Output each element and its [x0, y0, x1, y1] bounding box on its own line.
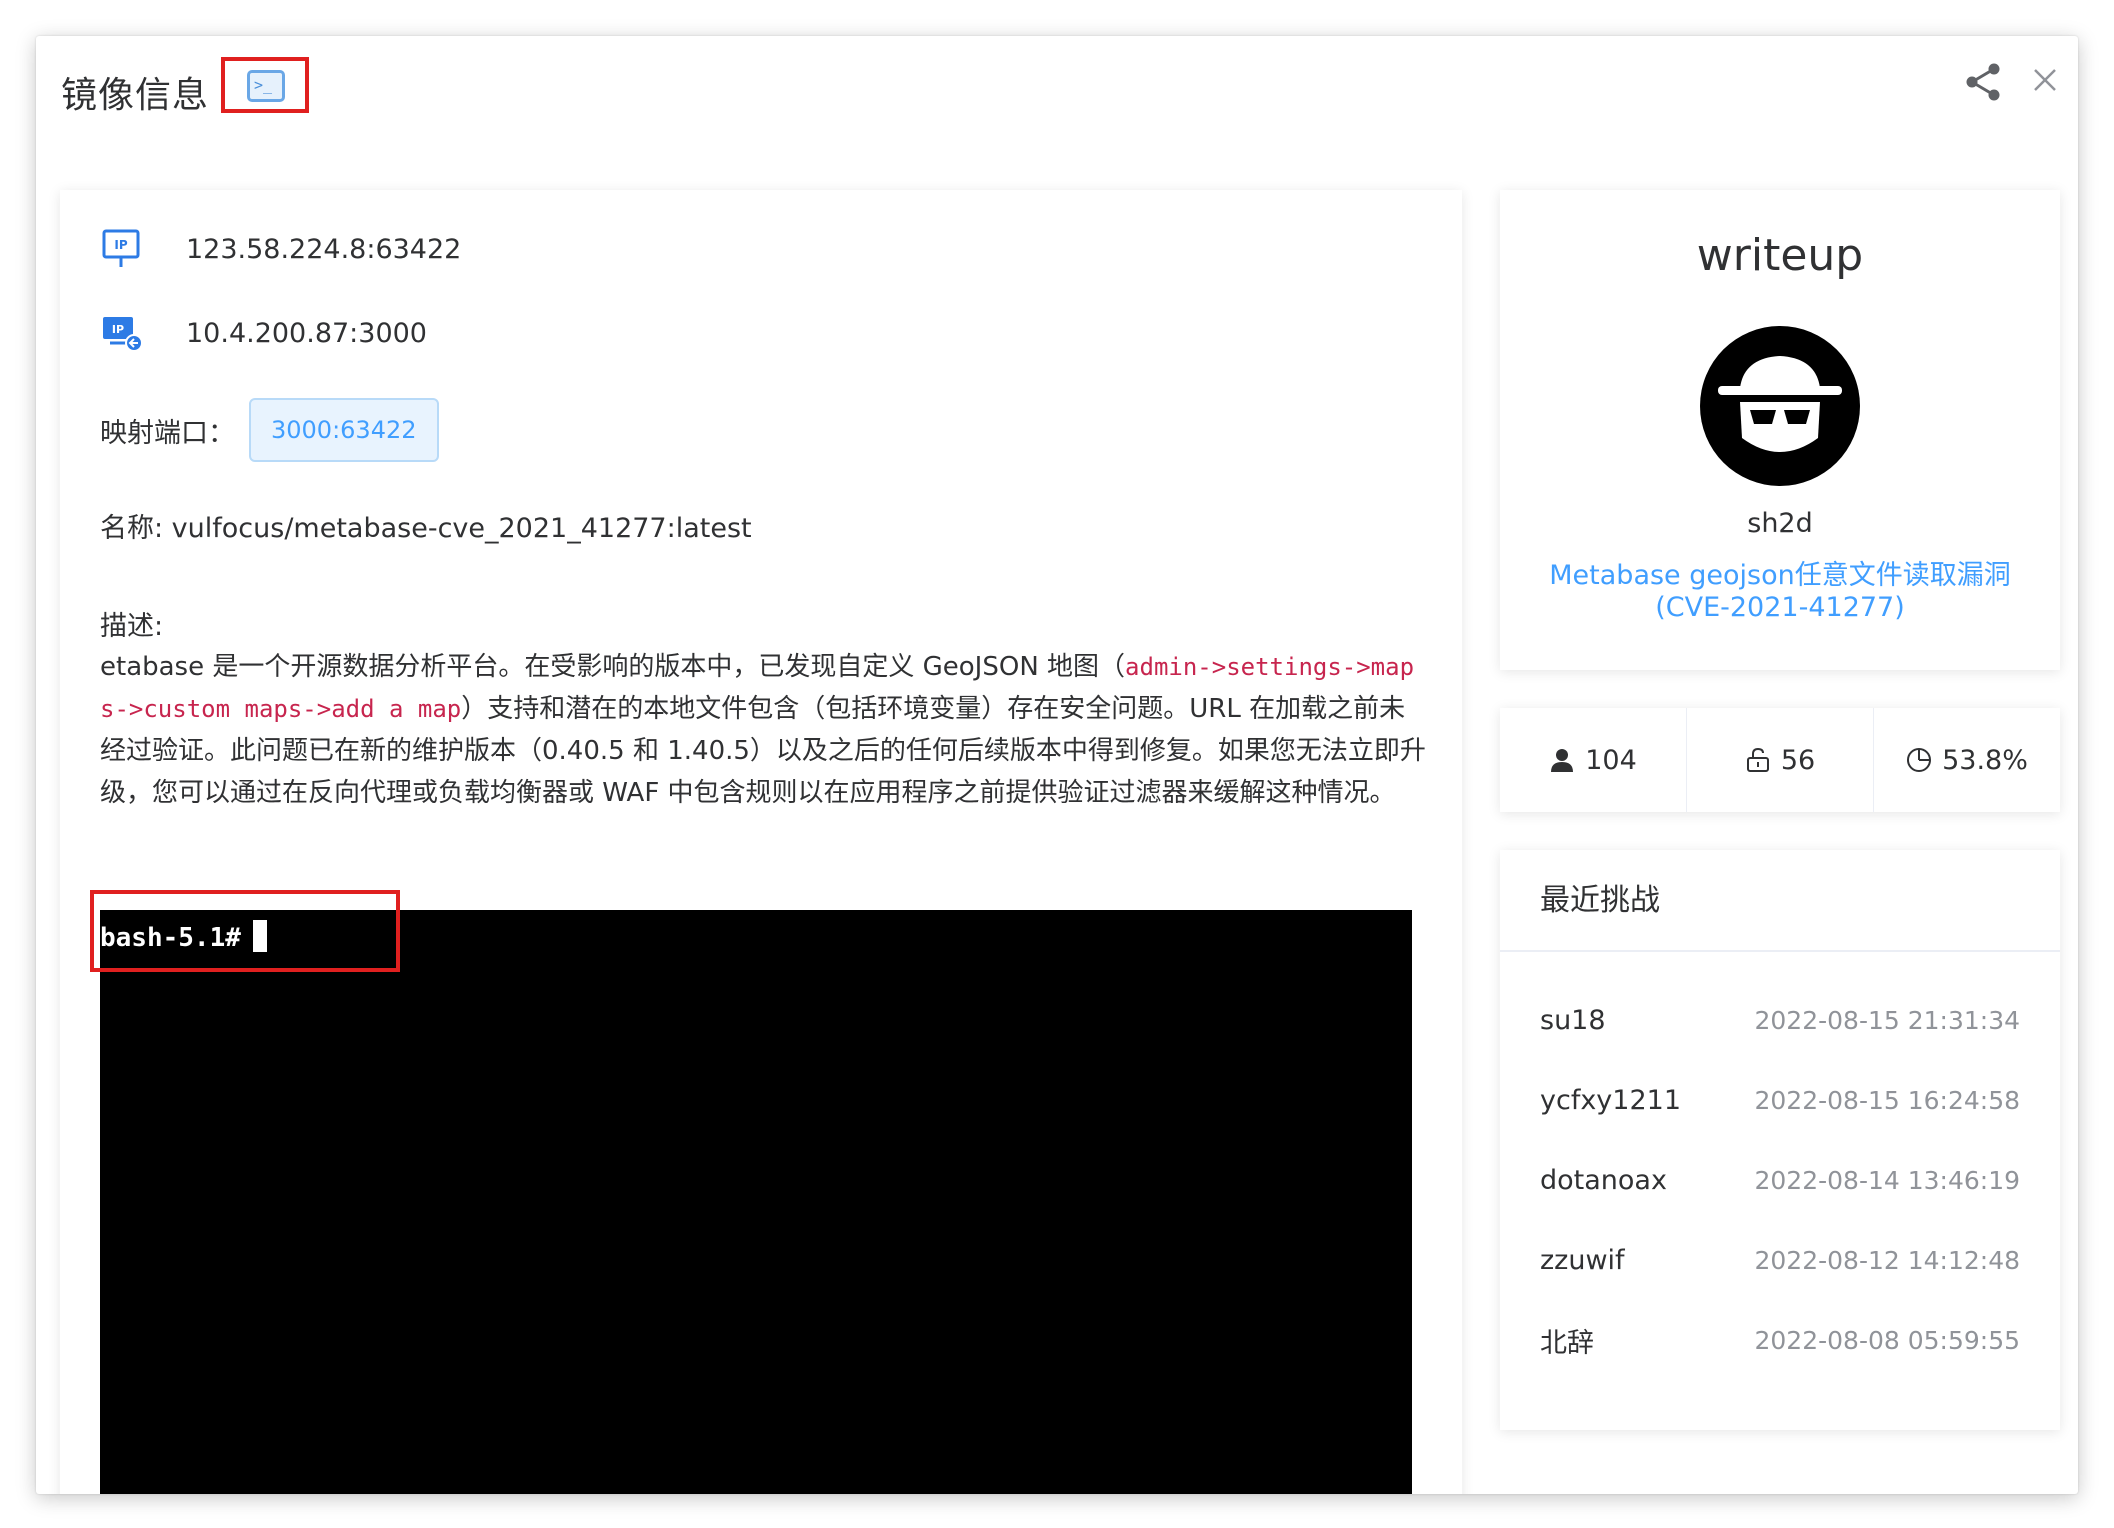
open-terminal-button[interactable]: >_ [221, 57, 309, 113]
author-avatar[interactable] [1700, 326, 1860, 486]
svg-text:IP: IP [114, 238, 127, 252]
public-address: 123.58.224.8:63422 [186, 233, 462, 265]
image-detail-card: IP 123.58.224.8:63422 IP 10.4.200.87:300… [60, 190, 1462, 1494]
list-item: dotanoax 2022-08-14 13:46:19 [1500, 1140, 2060, 1220]
port-tag: 3000:63422 [249, 398, 439, 462]
recent-time: 2022-08-08 05:59:55 [1754, 1325, 2020, 1355]
author-name[interactable]: sh2d [1500, 508, 2060, 539]
list-item: zzuwif 2022-08-12 14:12:48 [1500, 1220, 2060, 1300]
description-code-1: admin->settings->map [1125, 653, 1415, 681]
recent-user: zzuwif [1540, 1244, 1625, 1276]
writeup-card: writeup sh2d Metabase geojson任意文件读取漏洞(CV… [1500, 190, 2060, 670]
stat-solved: 56 [1687, 708, 1874, 812]
port-label: 映射端口： [100, 417, 235, 449]
writeup-link[interactable]: Metabase geojson任意文件读取漏洞(CVE-2021-41277) [1520, 560, 2040, 624]
terminal-icon: >_ [247, 70, 285, 102]
description-part1: etabase 是一个开源数据分析平台。在受影响的版本中，已发现自定义 GeoJ… [100, 652, 1126, 682]
stats-card: 104 56 53.8% [1500, 708, 2060, 812]
recent-time: 2022-08-14 13:46:19 [1754, 1165, 2020, 1195]
recent-user: su18 [1540, 1004, 1606, 1036]
recent-user: dotanoax [1540, 1164, 1667, 1196]
stat-users-value: 104 [1585, 744, 1637, 776]
image-info-dialog: 镜像信息 >_ IP 123.58.224.8:63422 IP 10.4.20… [36, 36, 2078, 1494]
recent-time: 2022-08-15 21:31:34 [1754, 1005, 2020, 1035]
recent-user: 北辞 [1540, 1327, 1594, 1359]
stat-solved-value: 56 [1780, 744, 1816, 776]
prompt-highlight-box [90, 890, 400, 972]
list-item: su18 2022-08-15 21:31:34 [1500, 980, 2060, 1060]
stat-rate: 53.8% [1874, 708, 2060, 812]
svg-text:IP: IP [112, 323, 124, 336]
recent-time: 2022-08-15 16:24:58 [1754, 1085, 2020, 1115]
user-icon [1551, 749, 1574, 772]
recent-user: ycfxy1211 [1540, 1084, 1681, 1116]
ip-icon: IP [102, 229, 140, 267]
unlock-icon [1746, 747, 1769, 772]
recent-challenges-title: 最近挑战 [1500, 850, 2060, 952]
list-item: 北辞 2022-08-08 05:59:55 [1500, 1300, 2060, 1380]
writeup-title: writeup [1696, 230, 1864, 281]
close-icon[interactable] [2025, 60, 2065, 100]
description-text: etabase 是一个开源数据分析平台。在受影响的版本中，已发现自定义 GeoJ… [100, 646, 1430, 814]
port-mapping-row: 映射端口： 3000:63422 [100, 398, 439, 462]
dialog-title: 镜像信息 [61, 75, 210, 116]
recent-challenges-card: 最近挑战 su18 2022-08-15 21:31:34 ycfxy1211 … [1500, 850, 2060, 1430]
description-label: 描述: [100, 611, 164, 642]
list-item: ycfxy1211 2022-08-15 16:24:58 [1500, 1060, 2060, 1140]
web-terminal[interactable]: bash-5.1# [100, 910, 1412, 1494]
pie-icon [1907, 748, 1932, 772]
share-icon[interactable] [1961, 60, 2005, 104]
ip-remote-icon: IP [103, 317, 143, 352]
public-address-row: IP 123.58.224.8:63422 [100, 224, 461, 274]
recent-challenges-list: su18 2022-08-15 21:31:34 ycfxy1211 2022-… [1500, 980, 2060, 1380]
internal-address: 10.4.200.87:3000 [186, 317, 427, 349]
stat-rate-value: 53.8% [1942, 744, 2028, 776]
description-code-2: s->custom maps->add a map [100, 695, 462, 723]
image-name: 名称: vulfocus/metabase-cve_2021_41277:lat… [100, 513, 752, 544]
internal-address-row: IP 10.4.200.87:3000 [100, 308, 427, 358]
recent-time: 2022-08-12 14:12:48 [1754, 1245, 2020, 1275]
stat-users: 104 [1500, 708, 1687, 812]
